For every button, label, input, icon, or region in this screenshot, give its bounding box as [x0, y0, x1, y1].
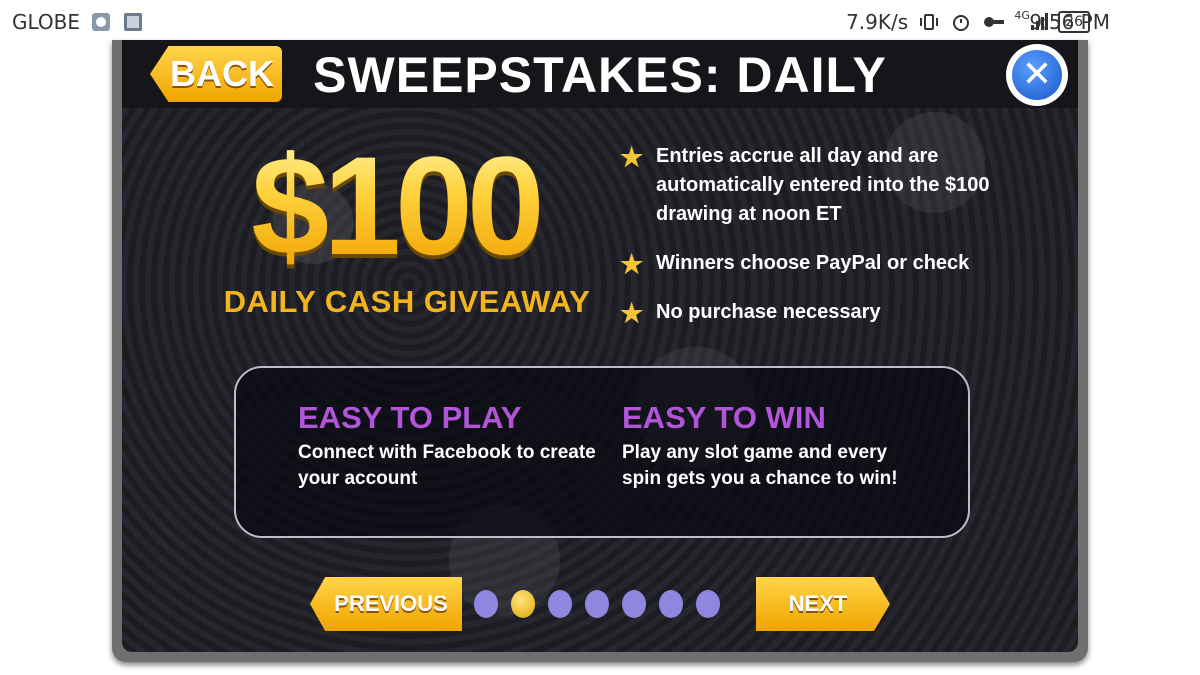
dialog-content: SWEEPSTAKES: DAILY BACK ✕ $100 DAILY CAS…: [122, 40, 1078, 652]
page-dot[interactable]: [474, 590, 498, 618]
easy-to-play-title: EASY TO PLAY: [298, 400, 522, 435]
network-speed: 7.9K/s: [846, 10, 909, 34]
app-notification-icon: [90, 11, 112, 33]
rule-text: Entries accrue all day and are automatic…: [656, 145, 990, 225]
key-icon: [982, 11, 1005, 33]
carrier-name: GLOBE: [12, 10, 81, 34]
page-dot[interactable]: [585, 590, 609, 618]
easy-to-win-column: EASY TO WIN Play any slot game and every…: [622, 400, 922, 492]
star-icon: ★: [620, 142, 644, 172]
sweepstakes-dialog: SWEEPSTAKES: DAILY BACK ✕ $100 DAILY CAS…: [112, 40, 1088, 662]
close-button[interactable]: ✕: [1006, 44, 1068, 106]
rule-text: Winners choose PayPal or check: [656, 252, 970, 274]
alarm-icon: [950, 11, 972, 33]
rules-list: ★ Entries accrue all day and are automat…: [620, 142, 1060, 347]
next-button[interactable]: NEXT: [756, 577, 890, 631]
easy-to-win-title: EASY TO WIN: [622, 400, 826, 435]
page-indicator: [474, 590, 720, 618]
rule-item: ★ Winners choose PayPal or check: [620, 249, 1060, 278]
rule-item: ★ Entries accrue all day and are automat…: [620, 142, 1060, 229]
info-box: EASY TO PLAY Connect with Facebook to cr…: [234, 366, 970, 538]
prize-subtitle: DAILY CASH GIVEAWAY: [223, 284, 591, 319]
star-icon: ★: [620, 249, 644, 279]
previous-button[interactable]: PREVIOUS: [310, 577, 462, 631]
clock: 9:56 PM: [1029, 10, 1110, 34]
vibrate-icon: [918, 11, 940, 33]
image-notification-icon: [122, 11, 144, 33]
network-type: 4G: [1014, 8, 1030, 22]
star-icon: ★: [620, 298, 644, 328]
close-x-icon: ✕: [1012, 50, 1062, 100]
easy-to-win-text: Play any slot game and every spin gets y…: [622, 442, 898, 489]
page-dot-active[interactable]: [511, 590, 535, 618]
page-dot[interactable]: [622, 590, 646, 618]
back-button[interactable]: BACK: [150, 46, 282, 102]
easy-to-play-text: Connect with Facebook to create your acc…: [298, 442, 596, 489]
rule-text: No purchase necessary: [656, 301, 881, 323]
status-left: GLOBE: [12, 10, 144, 34]
page-dot[interactable]: [548, 590, 572, 618]
easy-to-play-column: EASY TO PLAY Connect with Facebook to cr…: [298, 400, 598, 492]
rule-item: ★ No purchase necessary: [620, 298, 1060, 327]
page-dot[interactable]: [659, 590, 683, 618]
page-dot[interactable]: [696, 590, 720, 618]
prize-amount: $100: [200, 136, 590, 276]
